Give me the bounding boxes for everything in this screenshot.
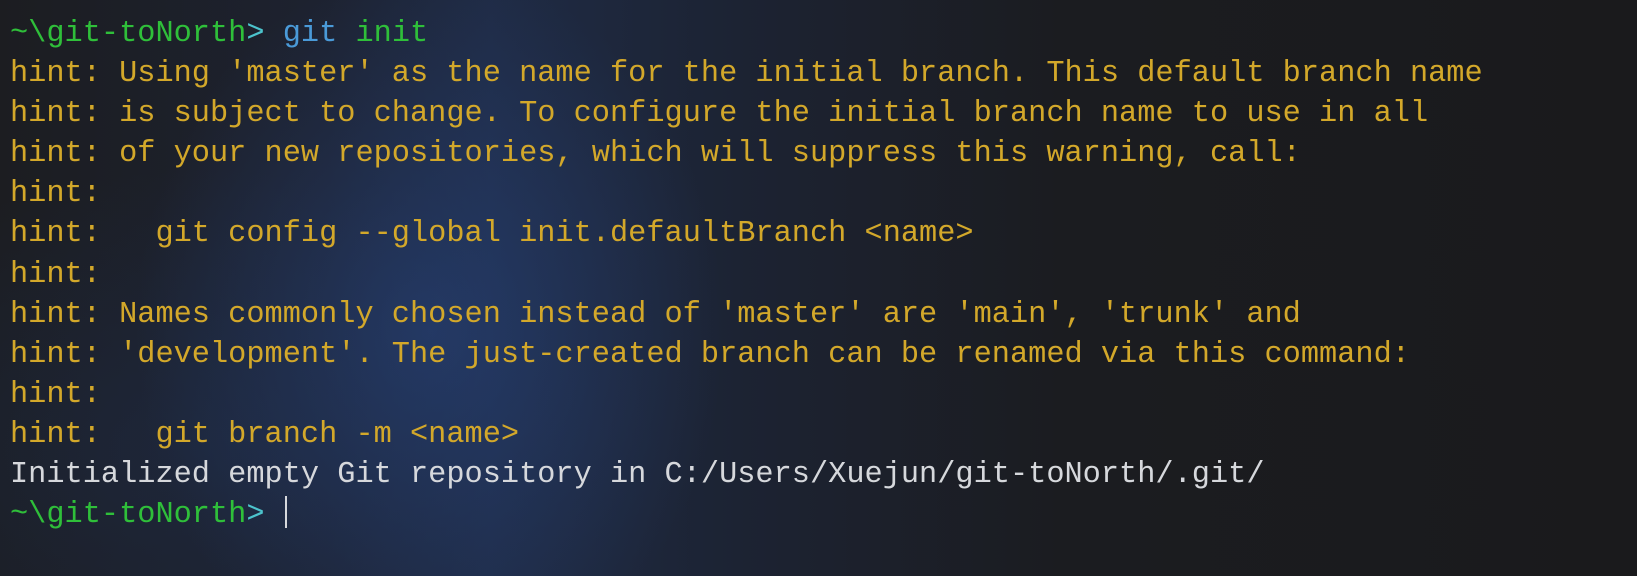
input-prompt-line[interactable]: ~\git-toNorth> (10, 495, 1483, 535)
text-cursor (284, 496, 287, 529)
hint-line: hint: (10, 177, 101, 212)
hint-line: hint: Names commonly chosen instead of '… (10, 297, 1301, 332)
hint-line: hint: git branch -m <name> (10, 417, 520, 452)
command-name: git (282, 17, 338, 51)
hint-line: hint: Using 'master' as the name for the… (10, 57, 1483, 92)
prompt-symbol: > (246, 17, 265, 51)
hint-line: hint: of your new repositories, which wi… (10, 137, 1301, 172)
command-line: ~\git-toNorth> git init (10, 14, 1483, 54)
hint-line: hint: 'development'. The just-created br… (10, 337, 1410, 372)
hint-line: hint: (10, 257, 101, 292)
terminal-output[interactable]: ~\git-toNorth> git init hint: Using 'mas… (10, 14, 1483, 535)
prompt-path: ~\git-toNorth (10, 498, 247, 533)
hint-line: hint: git config --global init.defaultBr… (10, 217, 974, 252)
hint-line: hint: (10, 377, 101, 412)
hint-line: hint: is subject to change. To configure… (10, 97, 1429, 132)
prompt-symbol: > (246, 498, 265, 533)
command-args: init (355, 17, 429, 51)
result-line: Initialized empty Git repository in C:/U… (10, 458, 1265, 493)
prompt-path: ~\git-toNorth (10, 17, 247, 51)
